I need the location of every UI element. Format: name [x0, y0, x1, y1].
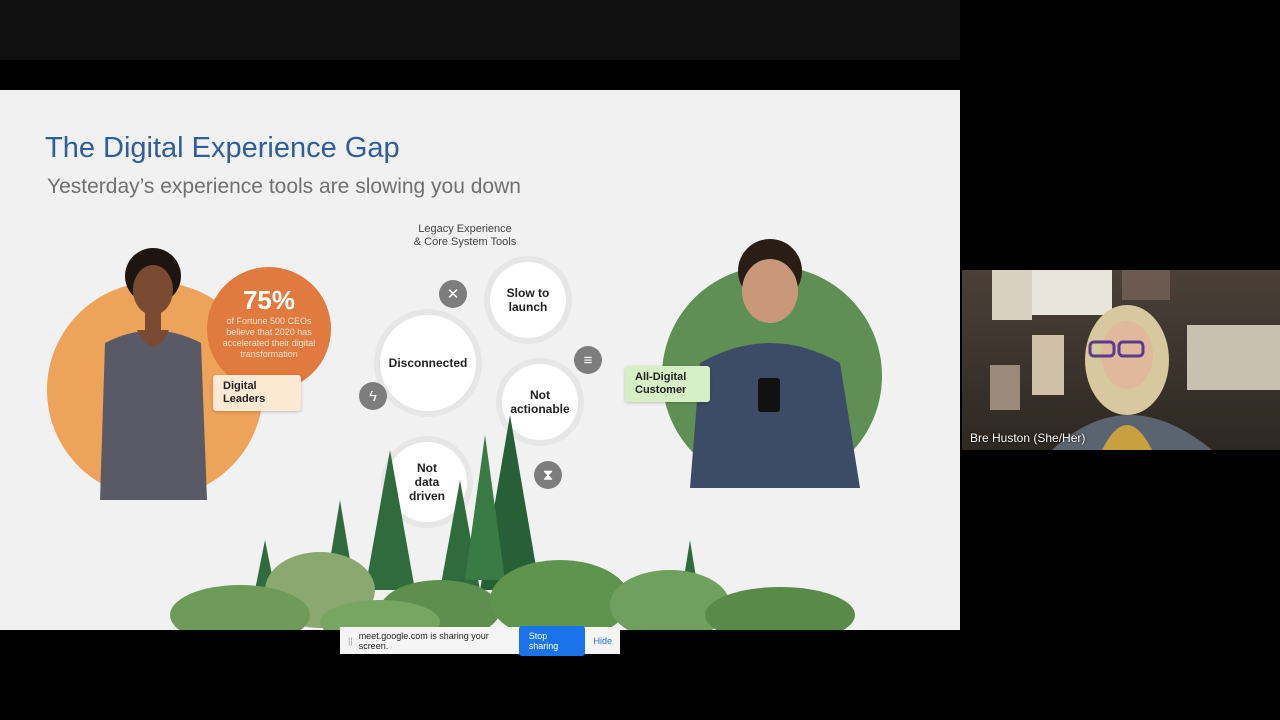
stat-circle: 75% of Fortune 500 CEOs believe that 202… — [207, 267, 331, 391]
hide-button[interactable]: Hide — [593, 636, 612, 646]
tools-icon: ✕ — [439, 280, 467, 308]
screen-share-bar: || meet.google.com is sharing your scree… — [340, 625, 620, 656]
stat-text: of Fortune 500 CEOs believe that 2020 ha… — [222, 316, 316, 359]
stat-value: 75% — [242, 285, 296, 315]
digital-leaders-tag: Digital Leaders — [213, 375, 301, 411]
database-icon: ≡ — [574, 346, 602, 374]
share-message: meet.google.com is sharing your screen. — [358, 630, 489, 651]
participant-video — [990, 270, 1280, 450]
bubble-slow-to-launch: Slow to launch — [490, 262, 566, 338]
stop-sharing-button[interactable]: Stop sharing — [518, 625, 586, 656]
lightning-icon: ϟ — [359, 382, 387, 410]
top-bar — [0, 0, 960, 60]
participant-video-tile[interactable]: Bre Huston (She/Her) — [962, 270, 1280, 450]
slide-title: The Digital Experience Gap — [45, 132, 400, 164]
participant-name: Bre Huston (She/Her) — [970, 431, 1086, 445]
customer-man-image — [690, 239, 860, 488]
slide-subtitle: Yesterday’s experience tools are slowing… — [47, 175, 521, 198]
drag-handle-icon[interactable]: || — [348, 636, 353, 646]
all-digital-customer-tag: All-Digital Customer — [625, 366, 710, 402]
legacy-label: Legacy Experience & Core System Tools — [395, 223, 535, 249]
bubble-disconnected: Disconnected — [380, 315, 476, 411]
legacy-label-line2: & Core System Tools — [413, 236, 517, 248]
legacy-label-line1: Legacy Experience — [418, 223, 512, 235]
presentation-slide: The Digital Experience Gap Yesterday’s e… — [0, 90, 960, 630]
